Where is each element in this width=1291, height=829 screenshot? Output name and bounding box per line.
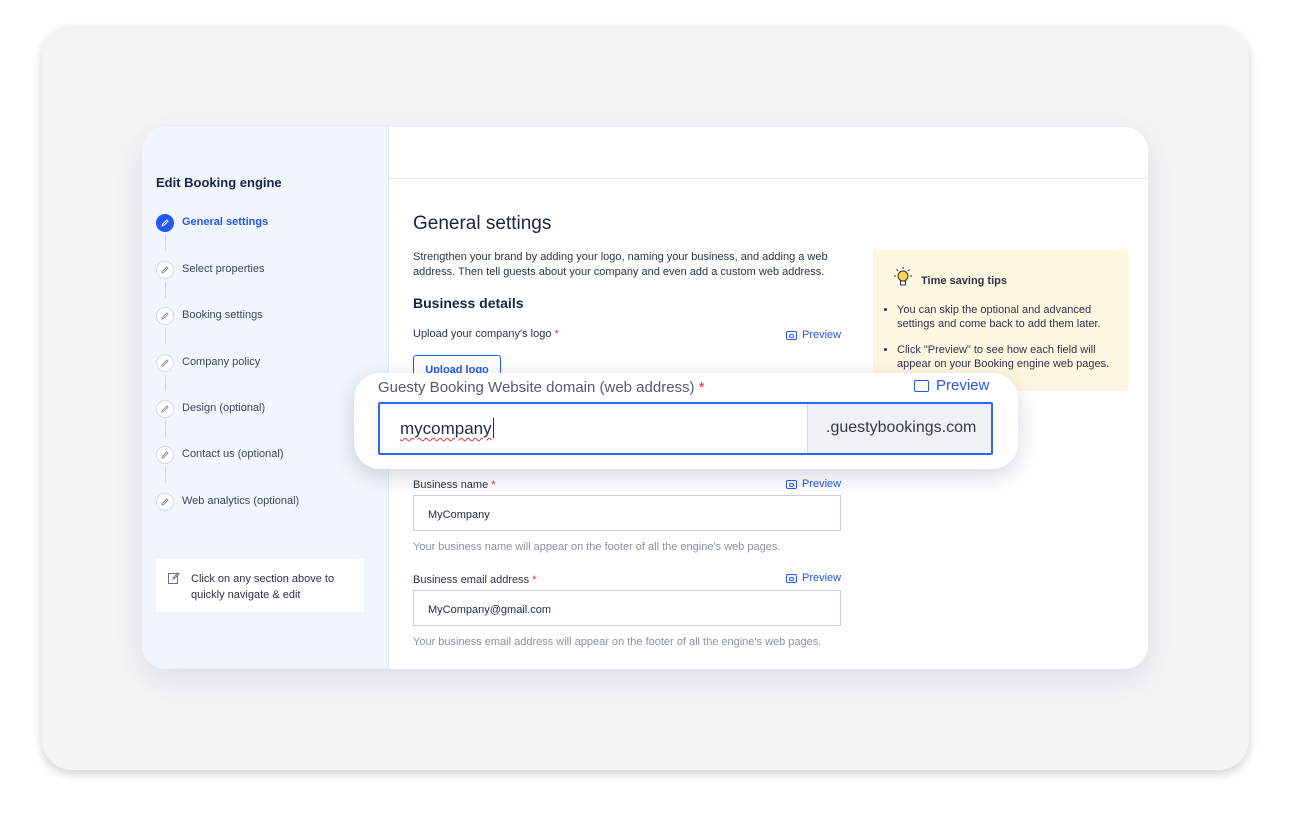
business-name-input[interactable]: MyCompany (413, 495, 841, 531)
domain-input-group: mycompany .guestybookings.com (378, 402, 993, 455)
page-description: Strengthen your brand by adding your log… (413, 251, 828, 278)
pencil-icon (156, 307, 174, 325)
sidebar-step-label: Company policy (182, 356, 261, 368)
business-email-preview-link[interactable]: Preview (786, 572, 841, 584)
sidebar-title: Edit Booking engine (156, 175, 282, 190)
preview-icon (786, 479, 797, 489)
step-connector (165, 235, 166, 251)
logo-label: Upload your company's logo * (413, 328, 559, 340)
domain-input[interactable]: mycompany (380, 404, 807, 453)
pencil-icon (156, 214, 174, 232)
step-connector (165, 421, 166, 437)
tips-list: You can skip the optional and advanced s… (883, 303, 1129, 383)
top-bar (389, 127, 1148, 179)
sidebar-step-label: Contact us (optional) (182, 448, 284, 460)
text-caret (492, 418, 494, 438)
step-connector (165, 328, 166, 344)
sidebar-step-label: Select properties (182, 263, 265, 275)
tips-title: Time saving tips (921, 275, 1007, 287)
sidebar: Edit Booking engine General settings Sel… (142, 127, 389, 669)
navigation-hint: Click on any section above to quickly na… (156, 559, 364, 612)
tip-item: You can skip the optional and advanced s… (897, 303, 1129, 331)
step-connector (165, 375, 166, 391)
business-name-preview-link[interactable]: Preview (786, 478, 841, 490)
domain-label: Guesty Booking Website domain (web addre… (378, 379, 705, 396)
page-title: General settings (413, 213, 552, 234)
sidebar-step-label: Web analytics (optional) (182, 495, 300, 507)
business-email-input[interactable]: MyCompany@gmail.com (413, 590, 841, 626)
business-name-label: Business name * (413, 479, 496, 491)
sidebar-step-label: General settings (182, 216, 269, 228)
time-saving-tips: Time saving tips You can skip the option… (873, 250, 1129, 391)
business-email-help: Your business email address will appear … (413, 636, 822, 648)
domain-field-popout: Guesty Booking Website domain (web addre… (354, 373, 1018, 469)
business-email-label: Business email address * (413, 574, 537, 586)
pencil-icon (156, 493, 174, 511)
preview-icon (786, 330, 797, 340)
section-title: Business details (413, 295, 524, 311)
sidebar-step-label: Design (optional) (182, 402, 266, 414)
edit-note-icon (168, 572, 180, 584)
preview-icon (786, 573, 797, 583)
lightbulb-icon (894, 267, 912, 286)
hint-text: Click on any section above to quickly na… (191, 573, 335, 601)
pencil-icon (156, 261, 174, 279)
preview-icon (914, 379, 929, 392)
pencil-icon (156, 446, 174, 464)
sidebar-step-label: Booking settings (182, 309, 263, 321)
logo-preview-link[interactable]: Preview (786, 329, 841, 341)
domain-preview-link[interactable]: Preview (914, 377, 989, 394)
pencil-icon (156, 354, 174, 372)
step-connector (165, 282, 166, 298)
domain-suffix: .guestybookings.com (807, 404, 991, 453)
tip-item: Click "Preview" to see how each field wi… (897, 343, 1129, 371)
step-connector (165, 467, 166, 483)
business-name-help: Your business name will appear on the fo… (413, 541, 781, 553)
pencil-icon (156, 400, 174, 418)
